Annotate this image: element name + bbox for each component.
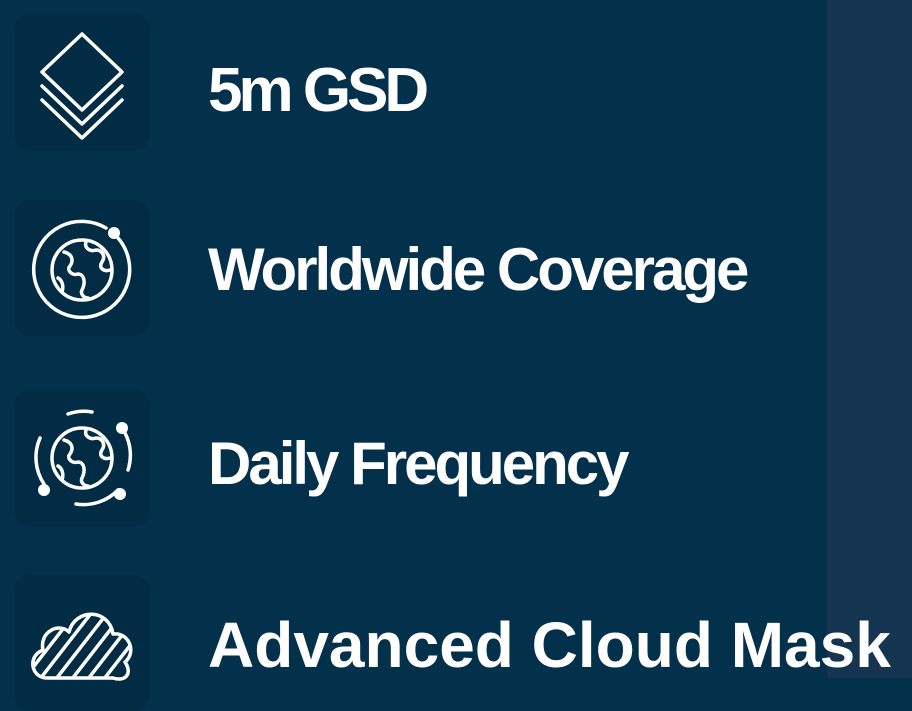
feature-label-coverage: Worldwide Coverage [208,236,749,303]
hatched-cloud-icon [14,575,150,711]
layers-icon [14,14,150,150]
feature-label-cloud-mask: Advanced Cloud Mask [208,609,891,681]
globe-orbit-icon [14,200,150,336]
feature-label-frequency: Daily Frequency [208,430,630,497]
feature-item-gsd: 5m GSD [0,14,912,150]
feature-item-coverage: Worldwide Coverage [0,200,912,336]
feature-label-gsd: 5m GSD [208,56,429,125]
globe-orbits-icon [14,390,150,526]
feature-item-frequency: Daily Frequency [0,390,912,526]
feature-list: 5m GSD Worldwide Coverage Daily Frequenc… [0,0,912,711]
feature-item-cloud-mask: Advanced Cloud Mask [0,575,912,711]
